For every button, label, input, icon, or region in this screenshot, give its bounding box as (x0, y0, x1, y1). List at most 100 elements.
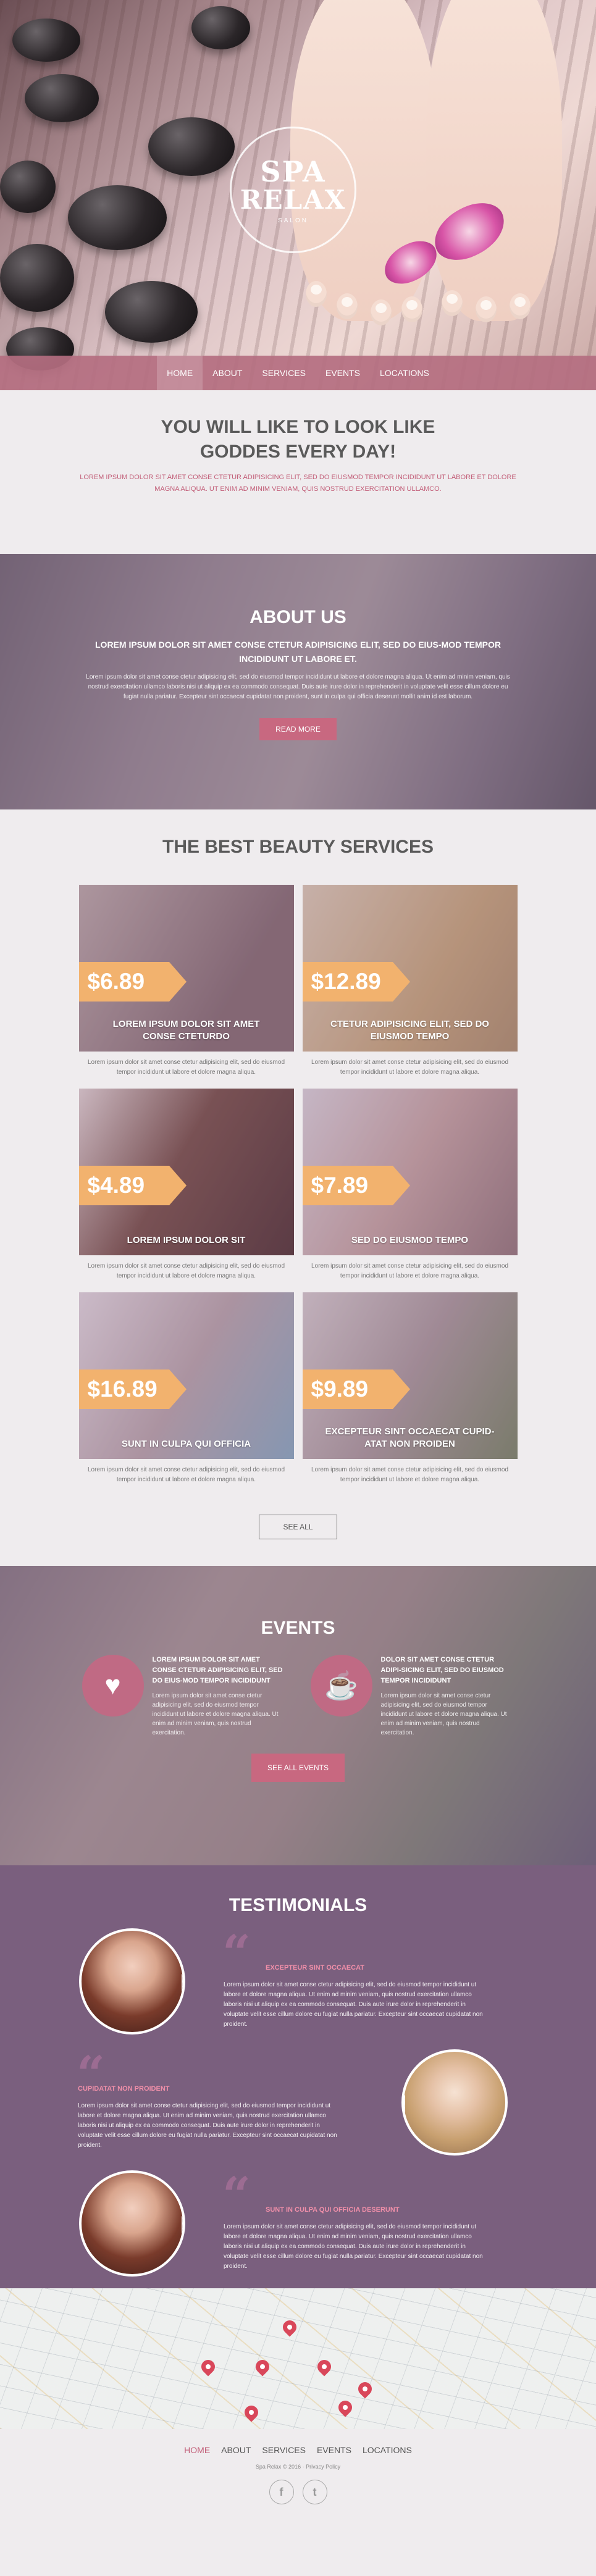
service-card[interactable]: $7.89 SED DO EIUSMOD TEMPO Lorem ipsum d… (302, 1089, 518, 1280)
intro-heading-line2: GODDES EVERY DAY! (199, 441, 397, 462)
heart-icon: ♥ (82, 1655, 144, 1717)
service-card[interactable]: $4.89 LOREM IPSUM DOLOR SIT Lorem ipsum … (78, 1089, 294, 1280)
event-description: Lorem ipsum dolor sit amet conse ctetur … (152, 1692, 279, 1736)
testimonials-section: TESTIMONIALS “ EXCEPTEUR SINT OCCAECAT L… (0, 1865, 596, 2288)
nav-item-events[interactable]: EVENTS (316, 356, 370, 390)
twitter-icon[interactable]: t (302, 2480, 327, 2504)
about-body: Lorem ipsum dolor sit amet conse ctetur … (86, 674, 510, 700)
event-title: DOLOR SIT AMET CONSE CTETUR ADIPI-SICING… (380, 1656, 504, 1684)
service-card[interactable]: $9.89 EXCEPTEUR SINT OCCAECAT CUPID-ATAT… (302, 1292, 518, 1484)
toe (337, 293, 358, 319)
quote-icon: “ (222, 1924, 251, 1982)
service-description: Lorem ipsum dolor sit amet conse ctetur … (87, 1466, 285, 1483)
see-all-events-button[interactable]: SEE ALL EVENTS (251, 1754, 345, 1782)
service-description: Lorem ipsum dolor sit amet conse ctetur … (87, 1059, 285, 1076)
logo-line1: SPA (260, 155, 326, 188)
service-image: $9.89 EXCEPTEUR SINT OCCAECAT CUPID-ATAT… (302, 1292, 518, 1459)
footer-nav-locations[interactable]: LOCATIONS (357, 2445, 418, 2455)
map-roads (0, 2288, 596, 2429)
locations-map[interactable] (0, 2288, 596, 2429)
event-description: Lorem ipsum dolor sit amet conse ctetur … (380, 1692, 507, 1736)
hot-stone (105, 281, 198, 343)
hot-stone (0, 161, 56, 213)
spa-relax-logo[interactable]: SPA RELAX SALON (230, 127, 356, 253)
service-name: LOREM IPSUM DOLOR SIT (127, 1235, 246, 1245)
hot-stone (191, 6, 250, 49)
footer-nav-home[interactable]: HOME (178, 2445, 216, 2455)
service-image: $12.89 CTETUR ADIPISICING ELIT, SED DO E… (302, 885, 518, 1052)
read-more-button[interactable]: READ MORE (259, 718, 337, 740)
service-card[interactable]: $6.89 LOREM IPSUM DOLOR SIT AMET CONSE C… (78, 885, 294, 1076)
testimonial-text: Lorem ipsum dolor sit amet conse ctetur … (224, 1981, 483, 2028)
hero-section: SPA RELAX SALON HOME ABOUT SERVICES EVEN… (0, 0, 596, 390)
service-image: $4.89 LOREM IPSUM DOLOR SIT (78, 1089, 294, 1255)
main-nav: HOME ABOUT SERVICES EVENTS LOCATIONS (0, 356, 596, 390)
testimonial: “ EXCEPTEUR SINT OCCAECAT Lorem ipsum do… (0, 1928, 596, 2049)
testimonial: “ CUPIDATAT NON PROIDENT Lorem ipsum dol… (0, 2049, 596, 2170)
hot-stone (148, 117, 235, 176)
testimonial-author: EXCEPTEUR SINT OCCAECAT (266, 1964, 364, 1972)
footer-nav-services[interactable]: SERVICES (256, 2445, 311, 2455)
footer-nav: HOME ABOUT SERVICES EVENTS LOCATIONS (0, 2445, 596, 2455)
service-card[interactable]: $12.89 CTETUR ADIPISICING ELIT, SED DO E… (302, 885, 518, 1076)
quote-icon: “ (222, 2166, 251, 2224)
foot-image (426, 0, 562, 321)
service-name: LOREM IPSUM DOLOR SIT AMET CONSE CTETURD… (112, 1019, 260, 1042)
testimonial-author: SUNT IN CULPA QUI OFFICIA DESERUNT (266, 2206, 400, 2214)
intro-heading: YOU WILL LIKE TO LOOK LIKE GODDES EVERY … (0, 415, 596, 464)
service-name: EXCEPTEUR SINT OCCAECAT CUPID-ATAT NON P… (325, 1426, 495, 1449)
logo-tagline: SALON (278, 217, 308, 224)
price-tag: $6.89 (78, 962, 187, 1002)
avatar (79, 2170, 185, 2277)
cup-icon: ☕ (310, 1655, 372, 1717)
event-item[interactable]: ☕ DOLOR SIT AMET CONSE CTETUR ADIPI-SICI… (310, 1655, 514, 1738)
testimonial-text: Lorem ipsum dolor sit amet conse ctetur … (78, 2102, 337, 2149)
intro-text: LOREM IPSUM DOLOR SIT AMET CONSE CTETUR … (80, 474, 516, 493)
nav-item-home[interactable]: HOME (157, 356, 203, 390)
price-tag: $4.89 (78, 1166, 187, 1205)
toe (510, 293, 531, 319)
services-grid: $6.89 LOREM IPSUM DOLOR SIT AMET CONSE C… (78, 885, 518, 1484)
service-name: CTETUR ADIPISICING ELIT, SED DO EIUSMOD … (330, 1019, 489, 1042)
toe (442, 290, 463, 316)
social-links: f t (0, 2480, 596, 2504)
hot-stone (0, 244, 74, 312)
testimonial-text: Lorem ipsum dolor sit amet conse ctetur … (224, 2223, 483, 2270)
service-description: Lorem ipsum dolor sit amet conse ctetur … (311, 1466, 509, 1483)
services-title: THE BEST BEAUTY SERVICES (162, 837, 434, 857)
facebook-icon[interactable]: f (269, 2480, 294, 2504)
avatar (79, 1928, 185, 2034)
about-title: ABOUT US (250, 607, 346, 627)
intro-heading-line1: YOU WILL LIKE TO LOOK LIKE (161, 417, 435, 437)
nav-item-locations[interactable]: LOCATIONS (370, 356, 439, 390)
service-description: Lorem ipsum dolor sit amet conse ctetur … (311, 1263, 509, 1279)
footer: HOME ABOUT SERVICES EVENTS LOCATIONS Spa… (0, 2429, 596, 2568)
toe (371, 299, 392, 325)
about-lead: LOREM IPSUM DOLOR SIT AMET CONSE CTETUR … (95, 640, 501, 664)
service-card[interactable]: $16.89 SUNT IN CULPA QUI OFFICIA Lorem i… (78, 1292, 294, 1484)
price-tag: $7.89 (302, 1166, 410, 1205)
footer-nav-events[interactable]: EVENTS (311, 2445, 357, 2455)
footer-nav-about[interactable]: ABOUT (216, 2445, 256, 2455)
toe (476, 296, 497, 322)
service-name: SUNT IN CULPA QUI OFFICIA (121, 1439, 251, 1449)
price-tag: $12.89 (302, 962, 410, 1002)
see-all-button[interactable]: SEE ALL (259, 1515, 337, 1539)
price-tag: $16.89 (78, 1370, 187, 1409)
service-name: SED DO EIUSMOD TEMPO (351, 1235, 469, 1245)
testimonial-author: CUPIDATAT NON PROIDENT (78, 2085, 170, 2093)
testimonials-title: TESTIMONIALS (229, 1895, 367, 1915)
hot-stone (12, 19, 80, 62)
toe (401, 296, 422, 322)
nav-item-about[interactable]: ABOUT (203, 356, 252, 390)
services-section: THE BEST BEAUTY SERVICES $6.89 LOREM IPS… (0, 809, 596, 1566)
event-title: LOREM IPSUM DOLOR SIT AMET CONSE CTETUR … (152, 1656, 283, 1684)
service-description: Lorem ipsum dolor sit amet conse ctetur … (311, 1059, 509, 1076)
events-title: EVENTS (261, 1618, 335, 1638)
event-item[interactable]: ♥ LOREM IPSUM DOLOR SIT AMET CONSE CTETU… (82, 1655, 286, 1738)
nav-item-services[interactable]: SERVICES (252, 356, 316, 390)
service-image: $7.89 SED DO EIUSMOD TEMPO (302, 1089, 518, 1255)
service-image: $16.89 SUNT IN CULPA QUI OFFICIA (78, 1292, 294, 1459)
hot-stone (25, 74, 99, 122)
testimonial: “ SUNT IN CULPA QUI OFFICIA DESERUNT Lor… (0, 2170, 596, 2291)
